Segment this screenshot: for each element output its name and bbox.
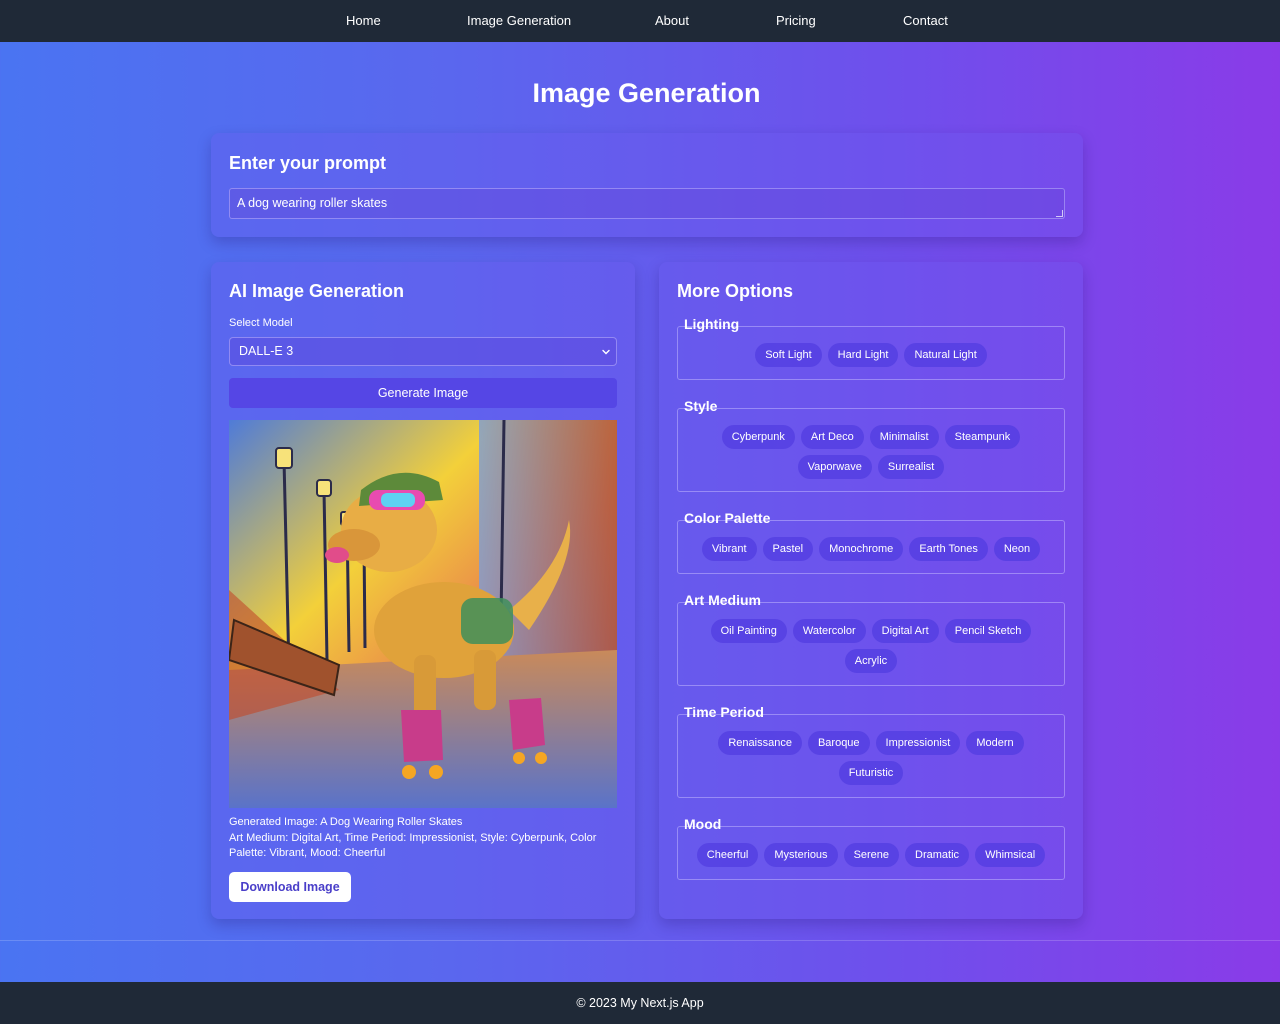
option-group-time-period: Time Period Renaissance Baroque Impressi…: [677, 704, 1065, 798]
option-group-mood: Mood Cheerful Mysterious Serene Dramatic…: [677, 816, 1065, 880]
prompt-card: [211, 133, 1083, 237]
option-group-style: Style Cyberpunk Art Deco Minimalist Stea…: [677, 398, 1065, 492]
caption-title: Generated Image: A Dog Wearing Roller Sk…: [229, 816, 463, 828]
prompt-input-value: A dog wearing roller skates: [237, 196, 388, 210]
option-group-lighting: Lighting Soft Light Hard Light Natural L…: [677, 316, 1065, 380]
caption-details: Art Medium: Digital Art, Time Period: Im…: [229, 831, 597, 860]
option-group-art-medium: Art Medium Oil Painting Watercolor Digit…: [677, 592, 1065, 686]
model-select-value: DALL-E 3: [239, 344, 294, 358]
chip-hard-light[interactable]: Hard Light: [827, 343, 899, 367]
chip-pencil-sketch[interactable]: Pencil Sketch: [944, 619, 1032, 643]
chip-futuristic[interactable]: Futuristic: [838, 761, 904, 785]
option-group-color-palette: Color Palette Vibrant Pastel Monochrome …: [677, 510, 1065, 574]
chip-whimsical[interactable]: Whimsical: [975, 843, 1046, 867]
chip-natural-light[interactable]: Natural Light: [904, 343, 987, 367]
chevron-down-icon: [602, 349, 610, 355]
chip-acrylic[interactable]: Acrylic: [844, 649, 898, 673]
chip-modern[interactable]: Modern: [966, 731, 1024, 755]
top-nav: Home Image Generation About Pricing Cont…: [0, 0, 1280, 42]
generation-card-title: AI Image Generation: [229, 281, 405, 301]
model-select-label: Select Model: [229, 317, 293, 329]
chip-serene[interactable]: Serene: [843, 843, 900, 867]
chip-steampunk[interactable]: Steampunk: [944, 425, 1021, 449]
chip-baroque[interactable]: Baroque: [807, 731, 870, 755]
chip-surrealist[interactable]: Surrealist: [877, 455, 945, 479]
chip-vaporwave[interactable]: Vaporwave: [797, 455, 872, 479]
chip-cheerful[interactable]: Cheerful: [696, 843, 759, 867]
footer: © 2023 My Next.js App: [0, 982, 1280, 1024]
chip-dramatic[interactable]: Dramatic: [905, 843, 970, 867]
chip-cyberpunk[interactable]: Cyberpunk: [721, 425, 795, 449]
footer-copyright: © 2023 My Next.js App: [576, 996, 704, 1010]
footer-divider: [0, 940, 1280, 941]
prompt-input[interactable]: A dog wearing roller skates: [229, 188, 1065, 219]
page-title: Image Generation: [532, 78, 761, 108]
generate-image-button[interactable]: Generate Image: [229, 378, 617, 408]
chip-mysterious[interactable]: Mysterious: [764, 843, 838, 867]
prompt-card-title: Enter your prompt: [229, 153, 387, 173]
resize-grip-icon[interactable]: [1056, 210, 1063, 217]
options-card-title: More Options: [677, 281, 793, 301]
chip-oil-painting[interactable]: Oil Painting: [710, 619, 787, 643]
nav-image-generation[interactable]: Image Generation: [467, 0, 571, 42]
nav-pricing[interactable]: Pricing: [776, 0, 816, 42]
chip-impressionist[interactable]: Impressionist: [875, 731, 961, 755]
option-group-title: Color Palette: [684, 510, 771, 526]
generated-image-caption: Generated Image: A Dog Wearing Roller Sk…: [229, 815, 621, 862]
chip-earth-tones[interactable]: Earth Tones: [909, 537, 988, 561]
option-group-title: Art Medium: [684, 592, 761, 608]
chip-vibrant[interactable]: Vibrant: [701, 537, 757, 561]
chip-monochrome[interactable]: Monochrome: [819, 537, 904, 561]
chip-soft-light[interactable]: Soft Light: [755, 343, 822, 367]
chip-minimalist[interactable]: Minimalist: [869, 425, 939, 449]
chip-pastel[interactable]: Pastel: [762, 537, 814, 561]
option-group-title: Time Period: [684, 704, 764, 720]
chip-digital-art[interactable]: Digital Art: [871, 619, 939, 643]
nav-home[interactable]: Home: [346, 0, 381, 42]
chip-renaissance[interactable]: Renaissance: [718, 731, 802, 755]
model-select[interactable]: DALL-E 3: [229, 337, 617, 366]
nav-contact[interactable]: Contact: [903, 0, 948, 42]
chip-neon[interactable]: Neon: [993, 537, 1041, 561]
download-image-button[interactable]: Download Image: [229, 872, 351, 902]
option-group-title: Mood: [684, 816, 722, 832]
option-group-title: Style: [684, 398, 718, 414]
option-group-title: Lighting: [684, 316, 740, 332]
nav-about[interactable]: About: [655, 0, 689, 42]
generated-image: [229, 420, 617, 808]
chip-watercolor[interactable]: Watercolor: [792, 619, 866, 643]
chip-art-deco[interactable]: Art Deco: [800, 425, 864, 449]
